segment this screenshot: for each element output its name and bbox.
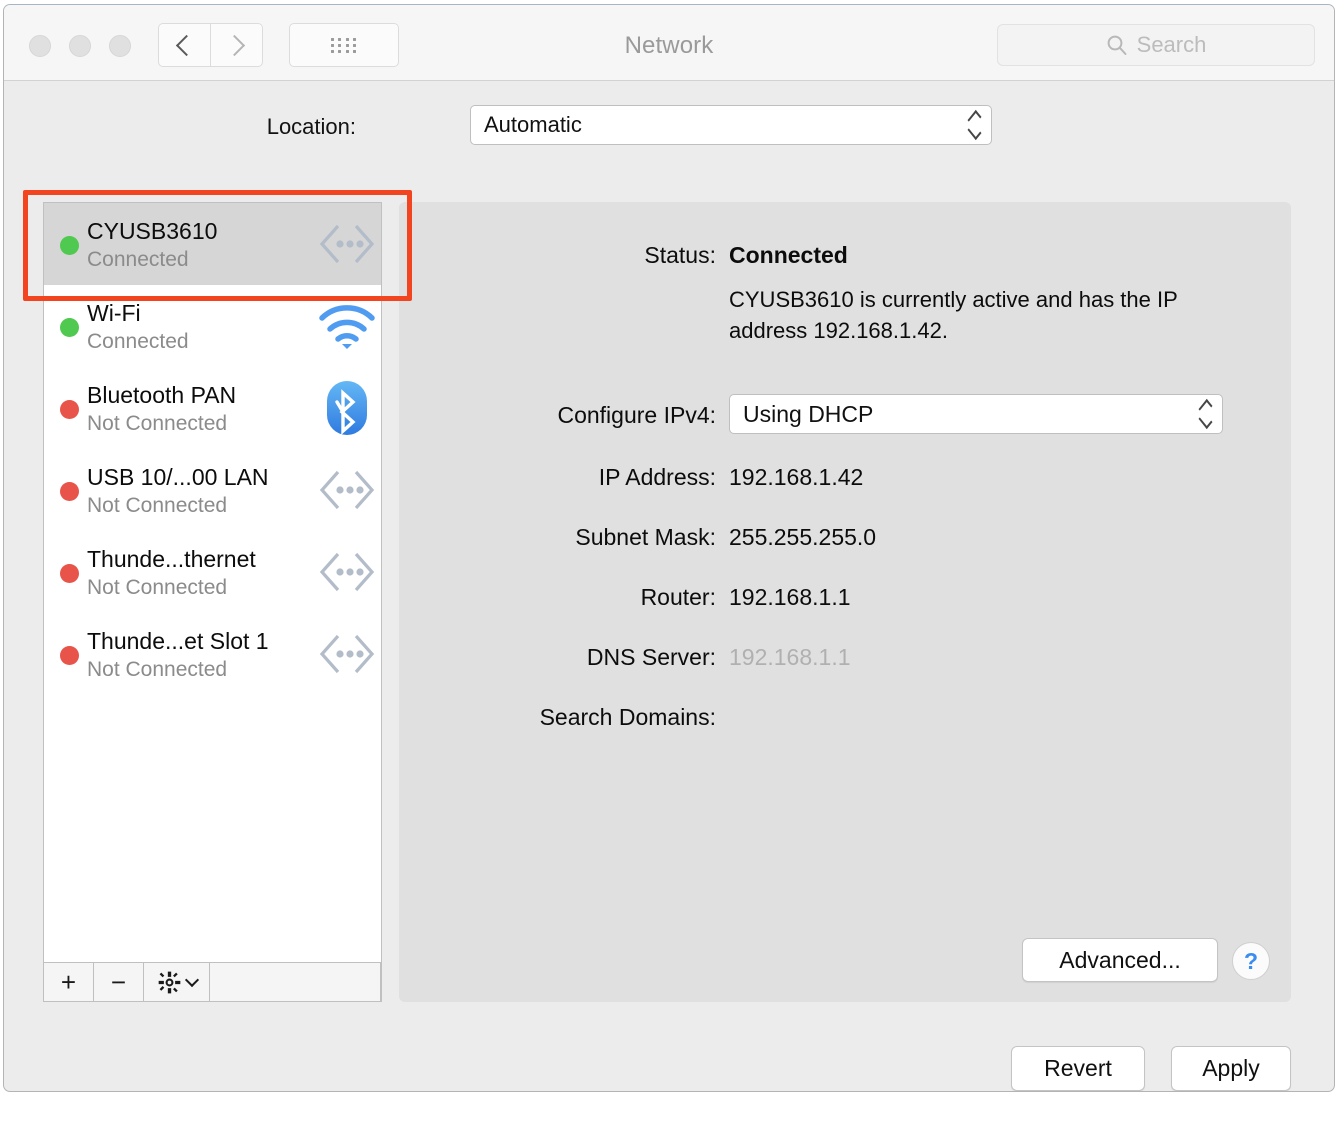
- sidebar-item-usb-lan[interactable]: USB 10/...00 LAN Not Connected: [44, 449, 381, 531]
- ip-address-value: 192.168.1.42: [729, 464, 864, 490]
- status-dot-connected: [60, 318, 79, 337]
- subnet-mask-value: 255.255.255.0: [729, 524, 877, 550]
- gear-icon: [158, 971, 180, 993]
- status-dot-disconnected: [60, 482, 79, 501]
- sidebar-item-wi-fi[interactable]: Wi-Fi Connected: [44, 285, 381, 367]
- ip-address-row: IP Address: 192.168.1.42: [399, 464, 1291, 491]
- search-input[interactable]: Search: [997, 24, 1315, 66]
- configure-ipv4-selected-value: Using DHCP: [743, 400, 874, 427]
- search-domains-row: Search Domains:: [399, 704, 1291, 731]
- status-description: CYUSB3610 is currently active and has th…: [729, 287, 1178, 343]
- sidebar-item-bluetooth-pan[interactable]: Bluetooth PAN Not Connected: [44, 367, 381, 449]
- status-row: Status: Connected: [399, 242, 1291, 269]
- status-dot-connected: [60, 236, 79, 255]
- network-service-list[interactable]: CYUSB3610 Connected Wi-Fi Connected Blue…: [43, 202, 382, 962]
- dns-server-value[interactable]: 192.168.1.1: [729, 644, 851, 671]
- sidebar-item-thunderbolt-ethernet[interactable]: Thunde...thernet Not Connected: [44, 531, 381, 613]
- toolbar-filler: [210, 963, 381, 1001]
- router-row: Router: 192.168.1.1: [399, 584, 1291, 611]
- status-value: Connected: [729, 242, 848, 268]
- service-name: CYUSB3610: [87, 217, 218, 244]
- network-preferences-window: Network Search Location: Automatic CYUSB…: [3, 4, 1335, 1092]
- revert-button[interactable]: Revert: [1011, 1046, 1145, 1091]
- ethernet-icon: [313, 549, 381, 595]
- status-dot-disconnected: [60, 564, 79, 583]
- search-domains-label: Search Domains:: [539, 704, 716, 730]
- router-label: Router:: [640, 584, 716, 610]
- service-status: Not Connected: [87, 493, 228, 517]
- bluetooth-icon: [313, 379, 381, 437]
- chevron-updown-icon: [1198, 398, 1213, 430]
- configure-ipv4-select[interactable]: Using DHCP: [729, 394, 1223, 434]
- ethernet-icon: [313, 221, 381, 267]
- service-status: Connected: [87, 329, 189, 353]
- ethernet-icon: [313, 467, 381, 513]
- chevron-down-icon: [184, 972, 199, 988]
- subnet-mask-label: Subnet Mask:: [575, 524, 716, 550]
- sidebar-item-cyusb3610[interactable]: CYUSB3610 Connected: [44, 203, 381, 285]
- search-placeholder: Search: [1136, 32, 1207, 57]
- dns-server-label: DNS Server:: [586, 644, 716, 670]
- subnet-mask-row: Subnet Mask: 255.255.255.0: [399, 524, 1291, 551]
- apply-button[interactable]: Apply: [1171, 1046, 1291, 1091]
- status-dot-disconnected: [60, 400, 79, 419]
- service-actions-button[interactable]: [144, 963, 210, 1001]
- configure-ipv4-label: Configure IPv4:: [557, 402, 716, 428]
- add-service-button[interactable]: +: [44, 963, 94, 1001]
- service-name: Thunde...thernet: [87, 545, 256, 572]
- location-select[interactable]: Automatic: [470, 105, 992, 145]
- status-label: Status:: [644, 242, 716, 268]
- location-label: Location:: [266, 114, 356, 139]
- sidebar-item-thunderbolt-slot-1[interactable]: Thunde...et Slot 1 Not Connected: [44, 613, 381, 695]
- service-status: Not Connected: [87, 575, 228, 599]
- help-button[interactable]: ?: [1232, 942, 1270, 980]
- service-status: Connected: [87, 247, 189, 271]
- wifi-icon: [313, 302, 381, 350]
- service-status: Not Connected: [87, 657, 228, 681]
- service-status: Not Connected: [87, 411, 228, 435]
- service-name: USB 10/...00 LAN: [87, 463, 269, 490]
- window-titlebar: Network Search: [4, 5, 1334, 81]
- ip-address-label: IP Address:: [598, 464, 716, 490]
- router-value: 192.168.1.1: [729, 584, 851, 610]
- location-selected-value: Automatic: [484, 112, 582, 137]
- ethernet-icon: [313, 631, 381, 677]
- service-name: Bluetooth PAN: [87, 381, 237, 408]
- dns-server-row: DNS Server: 192.168.1.1: [399, 644, 1291, 671]
- service-name: Thunde...et Slot 1: [87, 627, 269, 654]
- chevron-updown-icon: [967, 109, 982, 141]
- service-name: Wi-Fi: [87, 299, 141, 326]
- advanced-button[interactable]: Advanced...: [1022, 938, 1218, 982]
- service-list-toolbar: + −: [43, 962, 382, 1002]
- service-detail-panel: Status: Connected CYUSB3610 is currently…: [399, 202, 1291, 1002]
- remove-service-button[interactable]: −: [94, 963, 144, 1001]
- search-icon: [1107, 35, 1127, 55]
- location-row: Location: Automatic: [4, 105, 1334, 147]
- status-dot-disconnected: [60, 646, 79, 665]
